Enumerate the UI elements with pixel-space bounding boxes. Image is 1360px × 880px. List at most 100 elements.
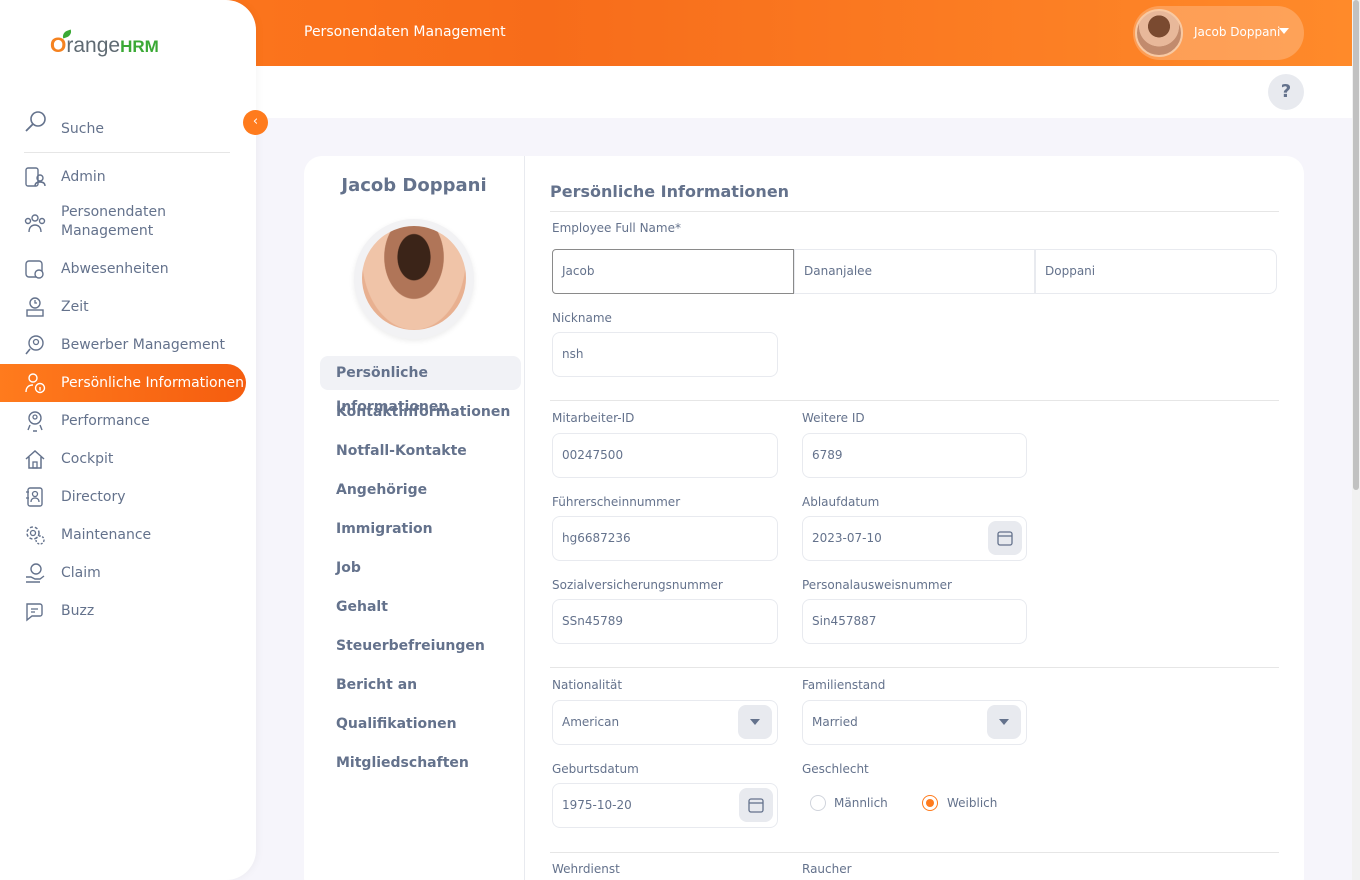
sin-input[interactable]: Sin457887 bbox=[802, 599, 1027, 644]
first-name-input[interactable]: Jacob bbox=[552, 249, 794, 294]
sidebar-item-admin[interactable]: Admin bbox=[0, 158, 246, 196]
middle-name-input[interactable]: Dananjalee bbox=[794, 249, 1035, 294]
tab-memberships[interactable]: Mitgliedschaften bbox=[320, 746, 521, 780]
sidebar-item-leave[interactable]: Abwesenheiten bbox=[0, 250, 246, 288]
sidebar-item-label: Buzz bbox=[61, 603, 95, 619]
tab-tax-exemptions[interactable]: Steuerbefreiungen bbox=[320, 629, 521, 663]
nationality-label: Nationalität bbox=[552, 678, 623, 692]
sidebar-item-claim[interactable]: Claim bbox=[0, 554, 246, 592]
gender-female-label[interactable]: Weiblich bbox=[947, 796, 997, 810]
gender-male-radio[interactable] bbox=[810, 795, 826, 811]
directory-icon bbox=[26, 487, 43, 507]
ssn-label: Sozialversicherungsnummer bbox=[552, 578, 723, 592]
dob-label: Geburtsdatum bbox=[552, 762, 639, 776]
sidebar-item-my-info[interactable]: Persönliche Informationen bbox=[0, 364, 246, 402]
tab-dependents[interactable]: Angehörige bbox=[320, 473, 521, 507]
tab-emergency-contacts[interactable]: Notfall-Kontakte bbox=[320, 434, 521, 468]
calendar-icon bbox=[997, 531, 1013, 546]
maintenance-icon bbox=[26, 526, 45, 545]
tab-personal-details[interactable]: Persönliche Informationen bbox=[320, 356, 521, 415]
military-service-label: Wehrdienst bbox=[552, 862, 620, 876]
section-title: Persönliche Informationen bbox=[550, 182, 790, 201]
pim-icon bbox=[24, 214, 46, 233]
caret-down-icon bbox=[1279, 28, 1289, 34]
employee-photo[interactable] bbox=[362, 226, 466, 330]
other-id-label: Weitere ID bbox=[802, 411, 865, 425]
help-button[interactable]: ? bbox=[1268, 74, 1304, 110]
gender-label: Geschlecht bbox=[802, 762, 869, 776]
collapse-sidebar-button[interactable]: ‹ bbox=[243, 110, 268, 135]
other-id-input[interactable]: 6789 bbox=[802, 433, 1027, 478]
sidebar-item-pim[interactable]: Personendaten Management bbox=[0, 203, 246, 243]
full-name-label: Employee Full Name* bbox=[552, 221, 681, 235]
tab-job[interactable]: Job bbox=[320, 551, 521, 585]
my-info-icon bbox=[25, 373, 46, 394]
time-icon bbox=[26, 297, 44, 317]
employee-name: Jacob Doppani bbox=[341, 175, 487, 196]
divider bbox=[550, 852, 1279, 853]
sidebar-item-maintenance[interactable]: Maintenance bbox=[0, 516, 246, 554]
search-icon bbox=[25, 111, 46, 132]
divider bbox=[550, 400, 1279, 401]
admin-icon bbox=[25, 167, 46, 187]
scrollbar-thumb[interactable] bbox=[1353, 0, 1359, 490]
tab-qualifications[interactable]: Qualifikationen bbox=[320, 707, 521, 741]
sidebar-item-label: Directory bbox=[61, 489, 126, 505]
search-label: Suche bbox=[61, 121, 104, 137]
chevron-down-icon bbox=[750, 719, 760, 725]
orangehrm-logo[interactable]: OrangeHRM bbox=[50, 34, 159, 58]
employee-id-label: Mitarbeiter-ID bbox=[552, 411, 635, 425]
chevron-down-icon bbox=[999, 719, 1009, 725]
user-avatar bbox=[1135, 9, 1183, 57]
sidebar-search[interactable]: Suche bbox=[24, 110, 230, 153]
tab-immigration[interactable]: Immigration bbox=[320, 512, 521, 546]
sidebar-item-label: Maintenance bbox=[61, 527, 152, 543]
license-input[interactable]: hg6687236 bbox=[552, 516, 778, 561]
license-label: Führerscheinnummer bbox=[552, 495, 681, 509]
sidebar-item-label: Cockpit bbox=[61, 451, 114, 467]
sidebar-item-buzz[interactable]: Buzz bbox=[0, 592, 246, 630]
buzz-icon bbox=[26, 603, 43, 622]
last-name-input[interactable]: Doppani bbox=[1035, 249, 1277, 294]
user-menu-button[interactable]: Jacob Doppani bbox=[1133, 6, 1304, 60]
sidebar-item-label: Abwesenheiten bbox=[61, 261, 169, 277]
dashboard-icon bbox=[25, 449, 45, 469]
expiry-label: Ablaufdatum bbox=[802, 495, 880, 509]
claim-icon bbox=[26, 563, 45, 583]
performance-icon bbox=[27, 411, 43, 432]
calendar-button[interactable] bbox=[739, 788, 773, 822]
tab-salary[interactable]: Gehalt bbox=[320, 590, 521, 624]
smoker-label: Raucher bbox=[802, 862, 852, 876]
sidebar-item-recruitment[interactable]: Bewerber Management bbox=[0, 326, 246, 364]
tab-contact-details[interactable]: Kontaktinformationen bbox=[320, 395, 521, 429]
calendar-icon bbox=[748, 798, 764, 813]
sidebar-item-label: Performance bbox=[61, 413, 150, 429]
marital-status-label: Familienstand bbox=[802, 678, 886, 692]
nationality-dropdown-button[interactable] bbox=[738, 705, 772, 739]
sidebar-item-label: Zeit bbox=[61, 299, 89, 315]
sidebar-item-label: Bewerber Management bbox=[61, 337, 225, 353]
gender-female-radio[interactable] bbox=[922, 795, 938, 811]
ssn-input[interactable]: SSn45789 bbox=[552, 599, 778, 644]
recruitment-icon bbox=[25, 335, 44, 355]
sidebar-item-label: Claim bbox=[61, 565, 101, 581]
sidebar-item-dashboard[interactable]: Cockpit bbox=[0, 440, 246, 478]
marital-dropdown-button[interactable] bbox=[987, 705, 1021, 739]
divider bbox=[550, 211, 1279, 212]
sin-label: Personalausweisnummer bbox=[802, 578, 952, 592]
sidebar-item-label: Persönliche Informationen bbox=[61, 375, 244, 391]
user-name: Jacob Doppani bbox=[1194, 25, 1281, 39]
sidebar-item-directory[interactable]: Directory bbox=[0, 478, 246, 516]
sidebar-item-time[interactable]: Zeit bbox=[0, 288, 246, 326]
divider bbox=[550, 667, 1279, 668]
calendar-button[interactable] bbox=[988, 521, 1022, 555]
sidebar-item-label: Admin bbox=[61, 169, 106, 185]
employee-id-input[interactable]: 00247500 bbox=[552, 433, 778, 478]
nickname-input[interactable]: nsh bbox=[552, 332, 778, 377]
sidebar-item-performance[interactable]: Performance bbox=[0, 402, 246, 440]
sub-header bbox=[256, 66, 1352, 118]
tab-report-to[interactable]: Bericht an bbox=[320, 668, 521, 702]
module-title: Personendaten Management bbox=[304, 24, 506, 40]
nickname-label: Nickname bbox=[552, 311, 612, 325]
gender-male-label[interactable]: Männlich bbox=[834, 796, 888, 810]
